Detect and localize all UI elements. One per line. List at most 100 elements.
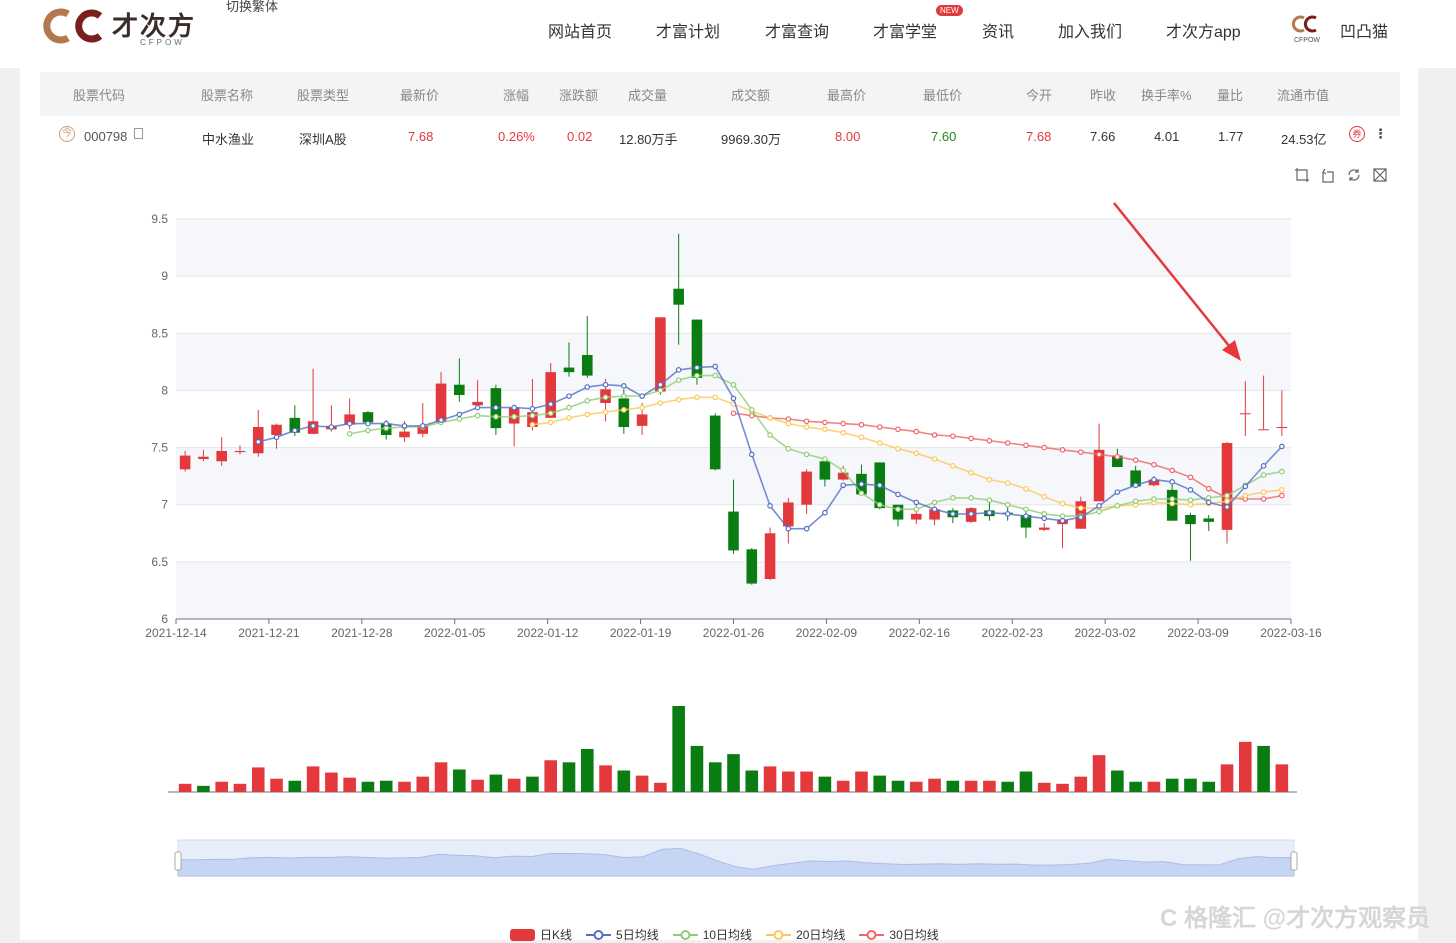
volume-bar	[251, 767, 265, 792]
ma10-point	[1205, 495, 1212, 501]
ma5-point	[1132, 482, 1139, 489]
ma5-point	[529, 405, 536, 412]
candle-body	[1185, 515, 1196, 525]
ma5-point	[328, 424, 335, 430]
ma30-point	[950, 433, 956, 439]
ma5-point	[767, 503, 773, 509]
ma5-point	[986, 509, 993, 516]
ma20-point	[1059, 500, 1066, 507]
volume-bar	[782, 771, 795, 792]
volume-bar	[818, 776, 832, 792]
ma10-point	[858, 490, 865, 497]
candle-body	[746, 549, 758, 584]
legend-ma20-swatch	[766, 929, 792, 940]
ma30-point	[876, 424, 883, 430]
ma20-point	[639, 404, 645, 411]
volume-bar	[1037, 782, 1051, 792]
volume-bar	[873, 775, 887, 792]
watermark: C 格隆汇 @才次方观察员	[1160, 905, 1431, 932]
y-tick-label: 8	[161, 383, 168, 397]
ma10-point	[621, 393, 627, 399]
ma30-point	[913, 428, 920, 435]
candle-body	[1038, 527, 1050, 530]
volume-bar	[1275, 764, 1289, 792]
kline-chart[interactable]: 9.5 9 8.5 8 7.5 7 6.5 62021-12-14 2021-12-21 2021…	[0, 0, 1456, 940]
volume-bar	[946, 780, 960, 792]
volume-bar	[928, 778, 941, 792]
ma10-point	[1004, 501, 1011, 508]
ma30-point	[1023, 442, 1029, 449]
ma30-point	[1260, 496, 1267, 502]
volume-bar	[617, 770, 631, 792]
x-tick-label: 2022-02-16	[889, 626, 951, 640]
legend-ma20[interactable]: 20日均线	[766, 926, 845, 943]
ma10-point	[950, 495, 956, 501]
ma5-point	[1279, 443, 1285, 450]
ma30-point	[1279, 492, 1285, 499]
x-tick-label: 2022-03-09	[1167, 626, 1229, 640]
candle-body	[1240, 413, 1251, 415]
ma20-point	[913, 450, 920, 457]
volume-bar	[1092, 755, 1106, 792]
ma5-point	[1260, 463, 1267, 469]
x-tick-label: 2021-12-21	[238, 626, 300, 640]
ma10-point	[383, 425, 390, 431]
candle-body	[563, 367, 575, 373]
ma5-point	[547, 401, 554, 407]
volume-bar	[708, 762, 722, 792]
legend-ma20-label: 20日均线	[796, 928, 846, 942]
ma30-point	[1041, 444, 1048, 451]
ma5-point	[858, 481, 865, 487]
ma5-point	[365, 420, 371, 427]
ma20-point	[675, 396, 682, 403]
ma10-point	[493, 413, 499, 420]
ma20-point	[547, 419, 554, 426]
ma30-point	[986, 437, 993, 444]
ma10-point	[1023, 506, 1029, 513]
legend-ma10-label: 10日均线	[702, 928, 753, 942]
ma20-point	[895, 445, 901, 452]
ma5-point	[694, 364, 700, 371]
legend-ma5-swatch	[586, 929, 612, 940]
y-tick-label: 9.5	[151, 212, 168, 226]
ma10-point	[511, 413, 517, 420]
ma10-point	[913, 506, 920, 513]
ma5-point	[1114, 489, 1121, 495]
candle-body	[271, 424, 282, 435]
datazoom-handle-left	[174, 851, 182, 871]
ma20-point	[840, 429, 846, 436]
ma20-point	[1004, 480, 1011, 486]
volume-bar	[270, 778, 283, 792]
ma30-point	[1151, 461, 1157, 468]
ma20-point	[1224, 498, 1230, 505]
ma20-point	[1279, 487, 1285, 493]
x-tick-label: 2022-01-12	[517, 626, 579, 640]
candle-body	[673, 288, 684, 305]
ma5-point	[273, 434, 280, 441]
ma5-point	[1077, 514, 1084, 521]
ma10-point	[876, 501, 883, 508]
candle-body	[801, 471, 812, 505]
ma5-point	[895, 491, 901, 498]
candle-body	[636, 414, 648, 426]
candle-body	[472, 401, 483, 406]
ma5-point	[383, 420, 390, 427]
volume-bar	[288, 780, 302, 792]
volume-bar	[325, 772, 338, 792]
ma10-point	[730, 381, 737, 388]
ma20-point	[1242, 492, 1249, 499]
ma5-point	[639, 393, 645, 399]
legend-ma5[interactable]: 5日均线	[586, 926, 659, 943]
legend-ma10[interactable]: 10日均线	[672, 926, 753, 943]
ma30-point	[1114, 453, 1121, 460]
ma5-point	[1242, 483, 1249, 490]
ma10-point	[1224, 492, 1230, 499]
ma5-point	[1059, 517, 1066, 524]
ma10-point	[1132, 498, 1139, 505]
volume-bar	[416, 776, 430, 792]
legend-ma30[interactable]: 30日均线	[859, 926, 939, 943]
volume-bar	[964, 780, 978, 792]
ma5-point	[1151, 476, 1157, 483]
ma10-point	[1059, 513, 1066, 519]
legend-kline[interactable]: 日K线	[510, 926, 572, 943]
